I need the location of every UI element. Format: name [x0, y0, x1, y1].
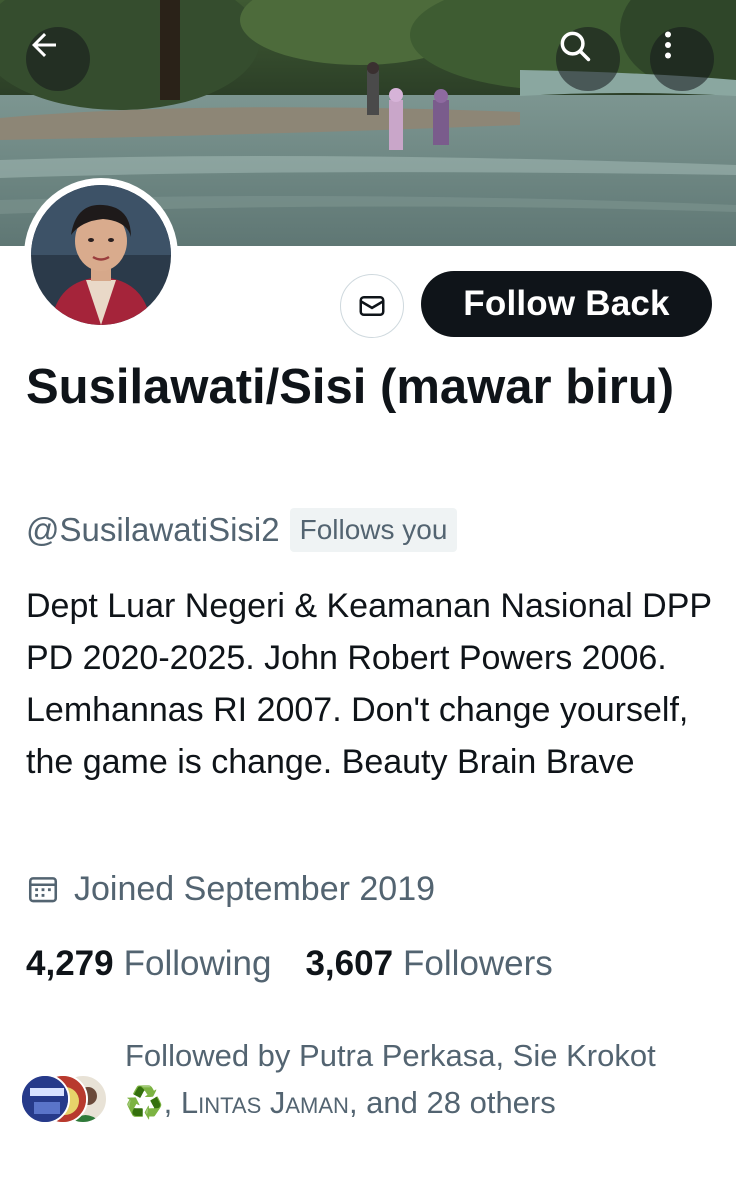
avatar-photo [31, 185, 171, 325]
followed-by-name: Lintas Jaman [180, 1085, 349, 1120]
back-button[interactable] [26, 27, 90, 91]
joined-date: Joined September 2019 [74, 869, 436, 908]
more-vertical-icon [665, 31, 671, 59]
followers-link[interactable]: 3,607 Followers [305, 944, 552, 984]
joined-date-row: Joined September 2019 [26, 864, 435, 914]
search-button[interactable] [556, 27, 620, 91]
user-handle: @SusilawatiSisi2 [26, 511, 280, 548]
message-button[interactable] [340, 274, 404, 338]
followed-by-separator: , [163, 1085, 173, 1120]
following-count: 4,279 [26, 944, 114, 983]
mutual-followers-avatars[interactable] [20, 1074, 110, 1126]
mail-icon [359, 296, 385, 316]
followed-by-text[interactable]: Followed by Putra Perkasa, Sie Krokot ♻️… [125, 1032, 685, 1126]
followers-label: Followers [403, 944, 553, 983]
profile-bio: Dept Luar Negeri & Keamanan Nasional DPP… [26, 587, 712, 781]
search-icon [560, 31, 591, 62]
profile-avatar[interactable] [24, 178, 178, 332]
followers-count: 3,607 [305, 944, 394, 983]
avatar [20, 1074, 70, 1124]
follow-counts: 4,279 Following 3,607 Followers [26, 938, 587, 990]
followed-by-prefix: Followed by Putra Perkasa, Sie Krokot [125, 1038, 656, 1073]
calendar-icon [28, 877, 58, 903]
following-link[interactable]: 4,279 Following [26, 944, 271, 984]
display-name: Susilawati/Sisi (mawar biru) [26, 360, 675, 414]
follow-back-button[interactable]: Follow Back [421, 271, 712, 337]
arrow-left-icon [32, 33, 56, 57]
recycle-emoji: ♻️ [125, 1085, 164, 1120]
followed-by-suffix: , and 28 others [348, 1085, 556, 1120]
follows-you-badge: Follows you [289, 508, 458, 552]
handle-row: @SusilawatiSisi2 Follows you [26, 506, 458, 554]
following-label: Following [123, 944, 272, 983]
more-options-button[interactable] [650, 27, 714, 91]
